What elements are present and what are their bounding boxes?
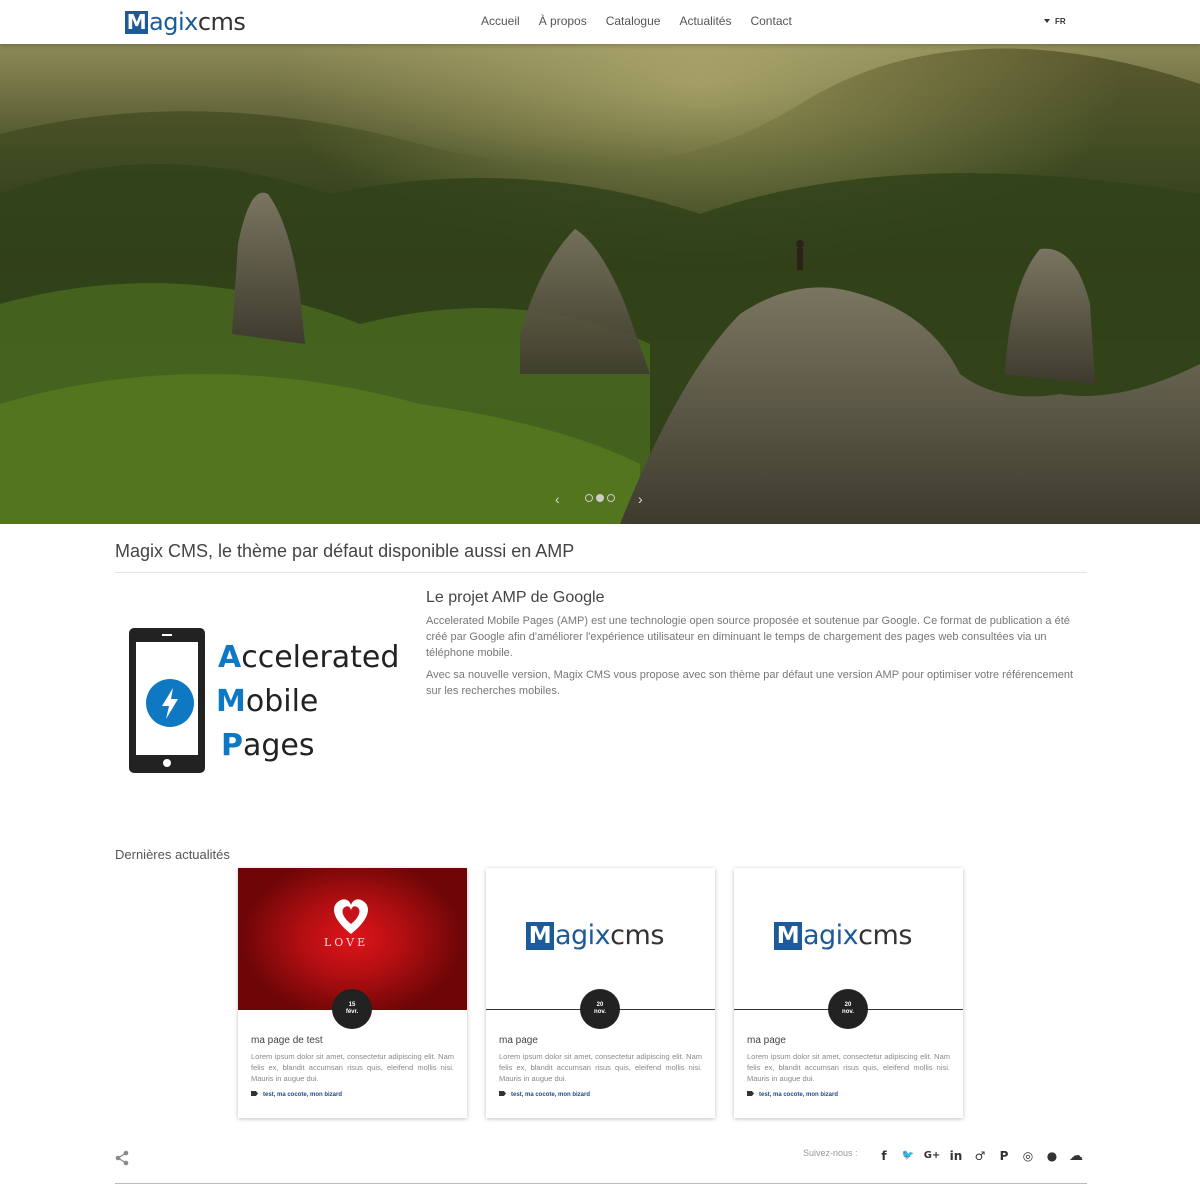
pinterest-icon[interactable]: P [992,1148,1016,1164]
love-text: LOVE [324,936,369,949]
carousel-next-button[interactable]: › [638,491,643,507]
date-badge: 20 nov. [580,989,620,1029]
tag-icon [747,1091,754,1096]
amp-heading: Le projet AMP de Google [426,589,605,606]
news-card[interactable]: LOVE 15 févr. ma page de test Lorem ipsum… [238,868,467,1118]
tag-links[interactable]: test, ma cocote, mon bizard [511,1092,590,1098]
news-card-excerpt: Lorem ipsum dolor sit amet, consectetur … [747,1052,950,1083]
amp-description: Accelerated Mobile Pages (AMP) est une t… [426,613,1086,705]
nav-item-accueil[interactable]: Accueil [481,14,520,28]
news-card-title[interactable]: ma page de test [251,1035,323,1046]
amp-wordmark: Accelerated Mobile Pages [216,640,400,763]
news-card-tags: test, ma cocote, mon bizard [747,1091,838,1098]
social-links: f 🐦 G+ in ♂ P ◎ ● ☁ [872,1148,1088,1164]
news-card-tags: test, ma cocote, mon bizard [251,1091,342,1098]
facebook-icon[interactable]: f [872,1148,896,1164]
heart-icon [334,899,368,934]
tag-links[interactable]: test, ma cocote, mon bizard [263,1092,342,1098]
news-card[interactable]: Magix cms 20 nov. ma page Lorem ipsum dolo… [486,868,715,1118]
share-icon[interactable] [115,1150,129,1171]
carousel-indicators [585,494,615,502]
amp-logo: Accelerated Mobile Pages [125,624,415,779]
amp-paragraph: Accelerated Mobile Pages (AMP) est une t… [426,615,1070,659]
news-card[interactable]: Magix cms 20 nov. ma page Lorem ipsum dolo… [734,868,963,1118]
news-card-title[interactable]: ma page [499,1035,538,1046]
carousel-dot[interactable] [607,494,615,502]
nav-item-actualites[interactable]: Actualités [679,14,731,28]
twitter-icon[interactable]: 🐦 [896,1148,920,1164]
tag-links[interactable]: test, ma cocote, mon bizard [759,1092,838,1098]
language-selector[interactable]: FR [1044,17,1066,26]
lightning-bolt-icon [146,679,194,727]
github-icon[interactable]: ● [1040,1148,1064,1164]
google-plus-icon[interactable]: G+ [920,1148,944,1164]
news-section-title: Dernières actualités [115,847,230,862]
caret-down-icon [1044,19,1050,23]
magix-logo: Magix cms [774,920,912,951]
instagram-icon[interactable]: ◎ [1016,1148,1040,1164]
nav-item-contact[interactable]: Contact [750,14,791,28]
date-badge: 20 nov. [828,989,868,1029]
footer-divider [115,1183,1087,1184]
news-card-excerpt: Lorem ipsum dolor sit amet, consectetur … [251,1052,454,1083]
date-badge: 15 févr. [332,989,372,1029]
magix-logo: Magix cms [526,920,664,951]
main-nav: Accueil À propos Catalogue Actualités Co… [481,14,811,28]
nav-item-a-propos[interactable]: À propos [539,14,587,28]
viadeo-icon[interactable]: ♂ [968,1148,992,1164]
news-card-title[interactable]: ma page [747,1035,786,1046]
site-logo[interactable]: Magix cms [125,8,246,36]
tag-icon [499,1091,506,1096]
carousel-dot[interactable] [585,494,593,502]
phone-icon [129,628,205,773]
logo-m: M [125,9,148,34]
linkedin-icon[interactable]: in [944,1148,968,1164]
divider [115,572,1087,573]
amp-paragraph: Avec sa nouvelle version, Magix CMS vous… [426,669,1074,697]
logo-cms: cms [197,8,246,36]
nav-item-catalogue[interactable]: Catalogue [606,14,661,28]
news-card-excerpt: Lorem ipsum dolor sit amet, consectetur … [499,1052,702,1083]
hero-landscape-image [0,44,1200,524]
soundcloud-icon[interactable]: ☁ [1064,1148,1088,1164]
carousel-prev-button[interactable]: ‹ [555,491,560,507]
logo-agix: agix [149,8,198,36]
carousel-dot-active[interactable] [596,494,604,502]
hero-carousel: ‹ › [0,44,1200,524]
news-card-tags: test, ma cocote, mon bizard [499,1091,590,1098]
follow-us-label: Suivez-nous : [803,1148,858,1158]
site-header: Magix cms Accueil À propos Catalogue Actu… [0,0,1200,44]
tag-icon [251,1091,258,1096]
page-title: Magix CMS, le thème par défaut disponibl… [115,541,575,561]
language-code: FR [1055,17,1066,26]
